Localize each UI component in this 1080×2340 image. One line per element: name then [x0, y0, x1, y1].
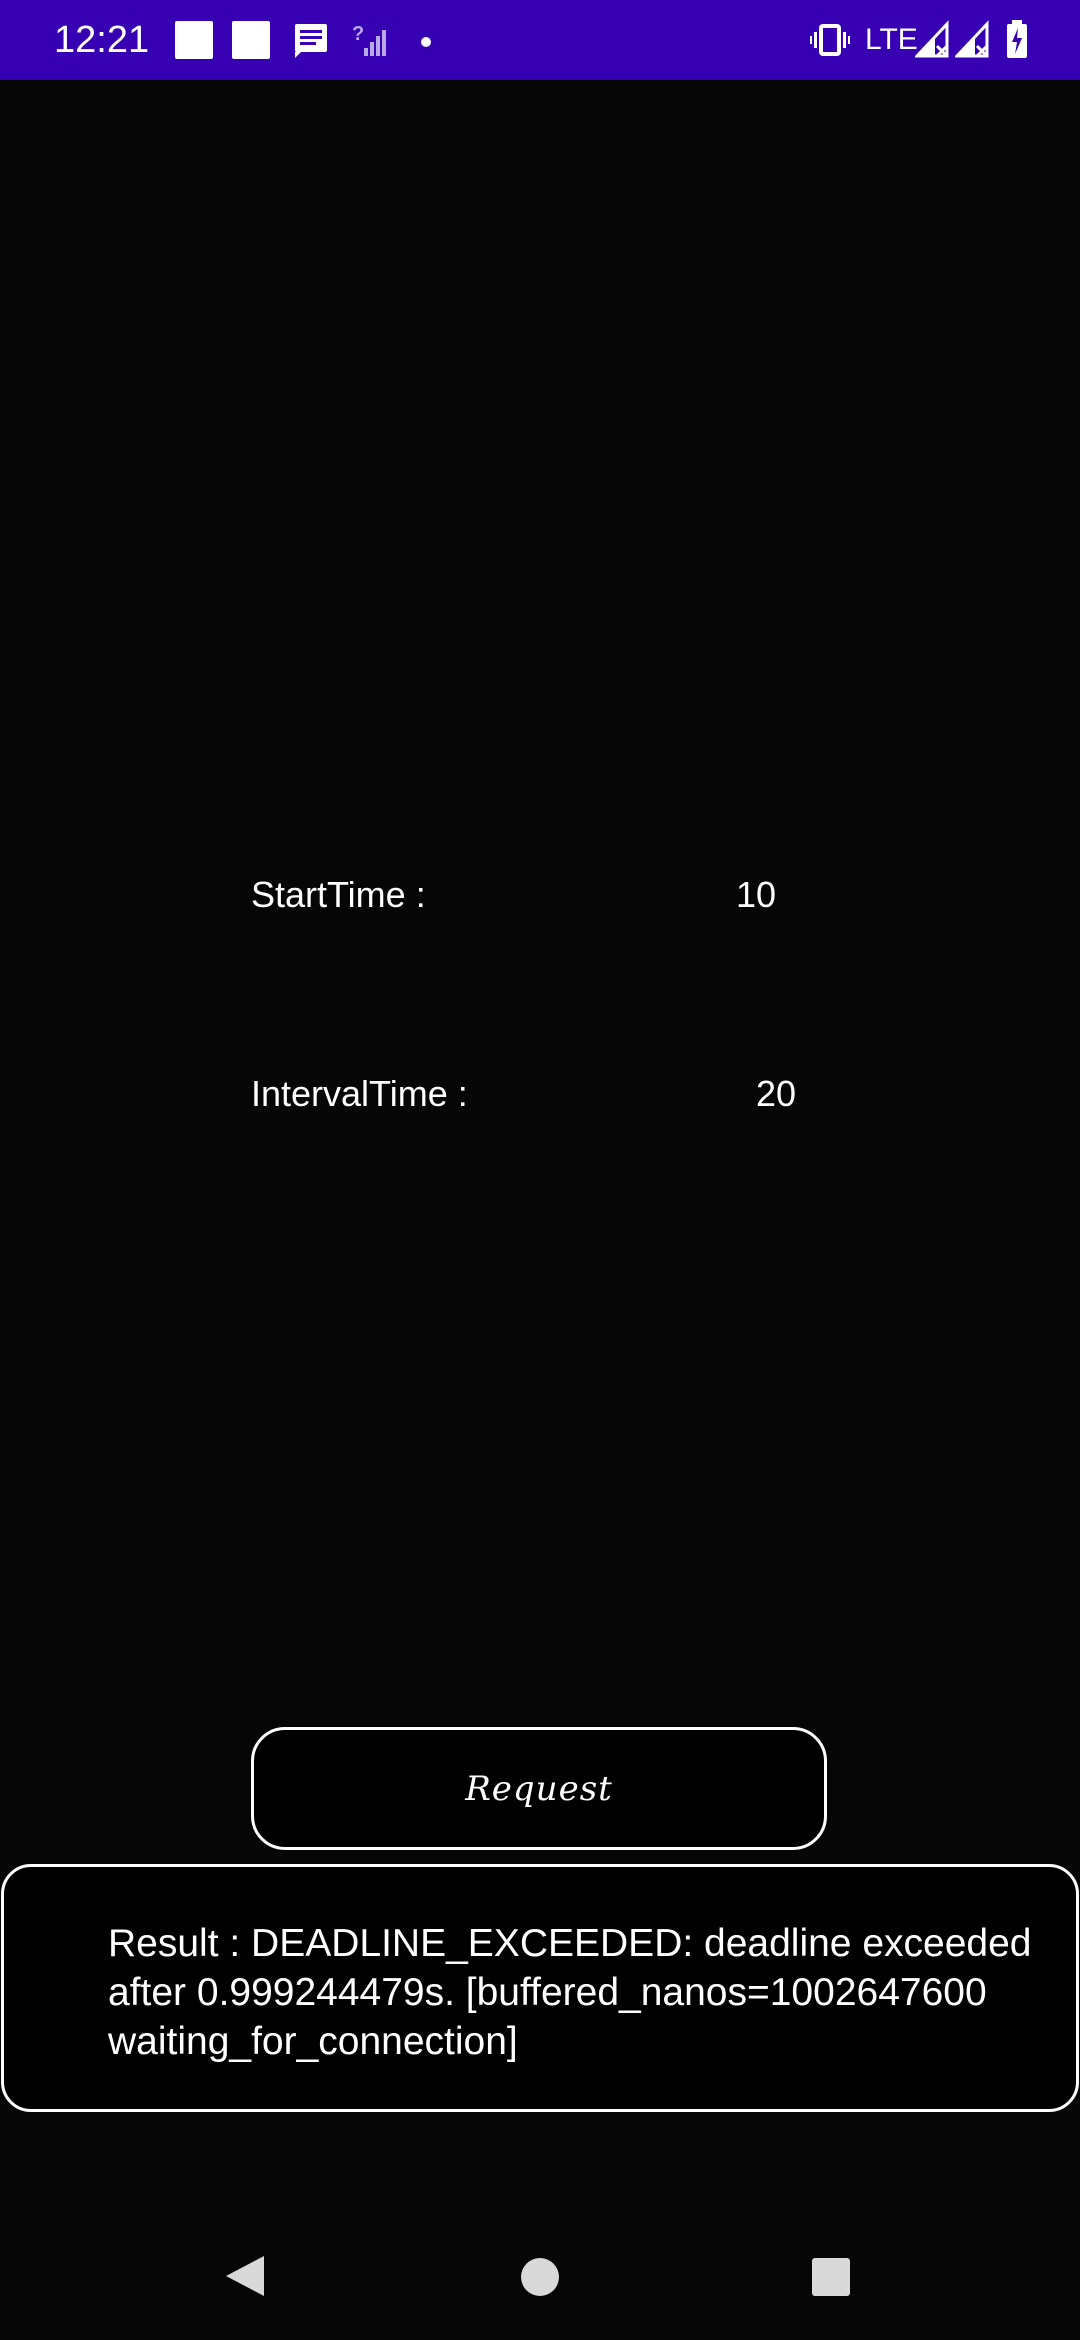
message-icon: [292, 18, 330, 67]
no-signal-icon: ?: [352, 18, 386, 67]
notification-square-icon: [175, 21, 213, 59]
signal-icon: [913, 18, 949, 67]
status-bar: 12:21 ? LTE: [0, 0, 1080, 80]
dot-icon: [421, 34, 431, 52]
request-button-label: Request: [465, 1768, 613, 1809]
screen: 12:21 ? LTE StartTime: 10 IntervalTime …: [0, 0, 1080, 2340]
status-time: 12:21: [54, 19, 150, 61]
home-icon[interactable]: [520, 2257, 560, 2302]
notification-square-icon: [232, 21, 270, 59]
battery-icon: [1005, 18, 1029, 67]
svg-text:?: ?: [352, 23, 364, 45]
network-type-label: LTE: [865, 23, 918, 56]
vibrate-icon: [810, 18, 850, 67]
interval-time-label: IntervalTime :: [251, 1073, 468, 1114]
interval-time-value[interactable]: 20: [756, 1073, 796, 1115]
result-panel: Result : DEADLINE_EXCEEDED: deadline exc…: [1, 1864, 1079, 2112]
start-time-label: StartTime :: [251, 874, 426, 915]
start-time-value[interactable]: 10: [736, 874, 776, 916]
back-icon[interactable]: [222, 2254, 266, 2303]
recents-icon[interactable]: [811, 2257, 851, 2302]
signal-icon: [953, 18, 989, 67]
request-button[interactable]: Request: [251, 1727, 827, 1850]
result-text: Result : DEADLINE_EXCEEDED: deadline exc…: [108, 1922, 1032, 2063]
